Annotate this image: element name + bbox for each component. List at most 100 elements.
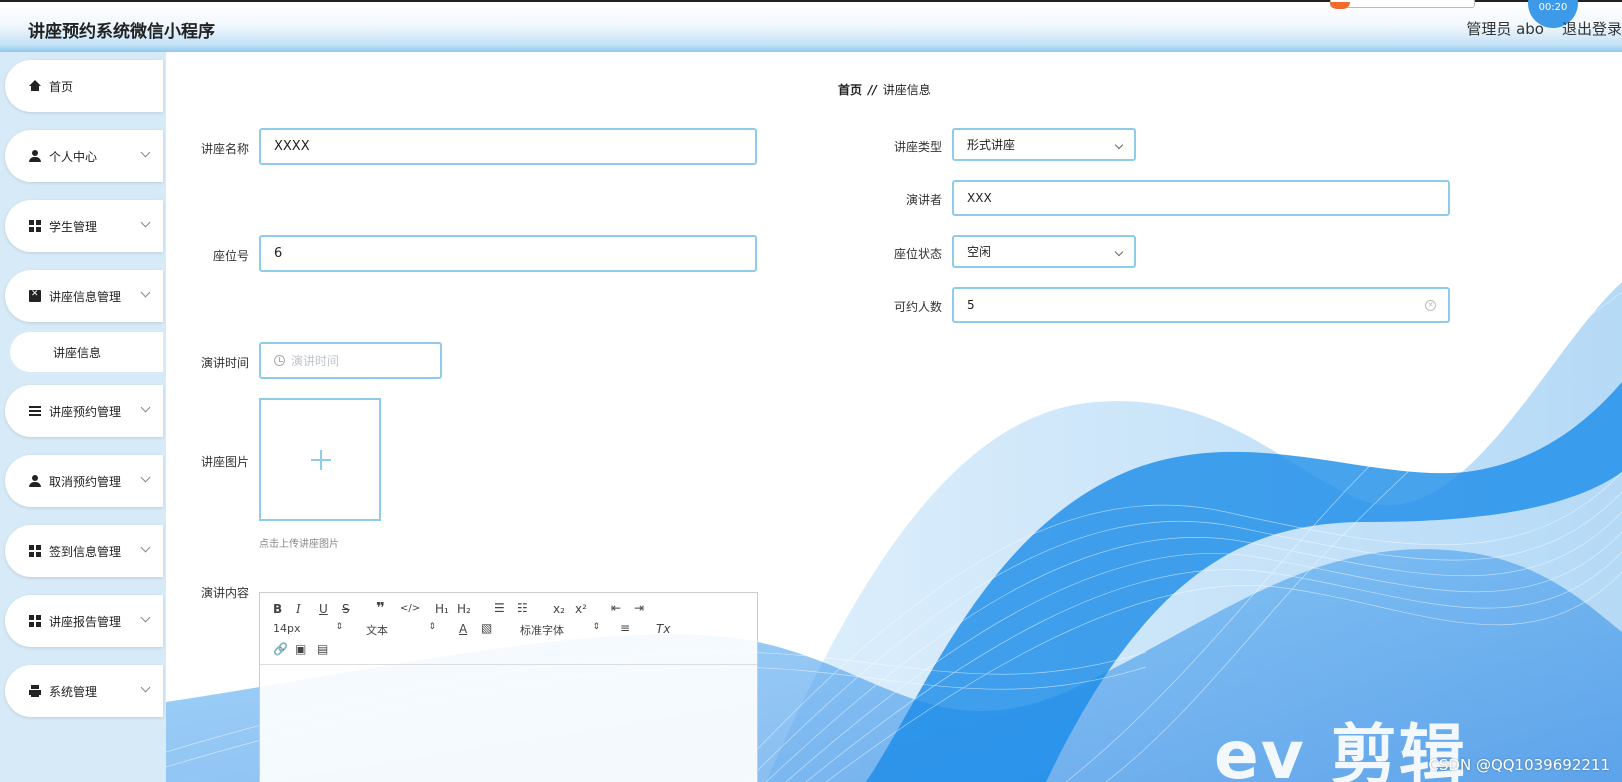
app-header: 讲座预约系统微信小程序 00:20 管理员 abo 退出登录 xyxy=(0,0,1622,52)
printer-icon xyxy=(29,685,41,697)
font-size-select[interactable]: 14px ⇕ xyxy=(273,622,343,636)
seat-status-label: 座位状态 xyxy=(893,247,942,261)
chevron-down-icon xyxy=(1114,140,1124,150)
grid-icon xyxy=(29,545,41,557)
video-insert-icon[interactable]: ▤ xyxy=(317,642,328,656)
user-icon xyxy=(29,475,41,487)
code-block-icon[interactable]: </> xyxy=(400,602,420,616)
breadcrumb: 首页 // 讲座信息 xyxy=(838,81,931,98)
chevron-down-icon xyxy=(140,217,151,228)
seat-no-value: 6 xyxy=(274,246,283,261)
header-user-area: 管理员 abo 退出登录 xyxy=(1448,18,1622,39)
breadcrumb-current: 讲座信息 xyxy=(882,83,931,97)
select-arrows-icon: ⇕ xyxy=(335,622,343,632)
chevron-down-icon xyxy=(140,147,151,158)
block-type-select[interactable]: 文本 ⇕ xyxy=(366,622,436,637)
sidebar-item-label: 个人中心 xyxy=(49,149,98,164)
speaker-input[interactable]: XXX xyxy=(952,180,1450,216)
background-color-icon[interactable]: ▧ xyxy=(481,621,492,635)
sidebar-item-system-management[interactable]: 系统管理 xyxy=(5,665,163,717)
sidebar-subitem-lecture-info[interactable]: 讲座信息 xyxy=(10,332,163,372)
indent-icon[interactable]: ⇥ xyxy=(634,601,644,615)
select-arrows-icon: ⇕ xyxy=(592,622,600,632)
clear-icon[interactable]: ✕ xyxy=(1425,300,1436,311)
link-icon[interactable]: 🔗 xyxy=(273,642,288,656)
bold-icon[interactable]: B xyxy=(273,602,282,616)
lecture-image-label: 讲座图片 xyxy=(200,455,249,469)
bullet-list-icon[interactable]: ☷ xyxy=(517,601,528,615)
lecture-type-label: 讲座类型 xyxy=(893,140,942,154)
sidebar-item-home[interactable]: 首页 xyxy=(5,60,163,112)
outdent-icon[interactable]: ⇤ xyxy=(611,601,621,615)
sidebar-item-booking-management[interactable]: 讲座预约管理 xyxy=(5,385,163,437)
upload-hint: 点击上传讲座图片 xyxy=(259,539,339,550)
home-icon xyxy=(29,80,41,92)
strikethrough-icon[interactable]: S xyxy=(342,602,350,616)
font-color-icon[interactable]: A xyxy=(459,622,467,636)
seat-no-input[interactable]: 6 xyxy=(259,235,757,272)
underline-icon[interactable]: U xyxy=(319,602,328,616)
blockquote-icon[interactable]: ❞ xyxy=(376,601,385,616)
chevron-down-icon xyxy=(140,287,151,298)
editor-toolbar: B I U S ❞ </> H₁ H₂ ☰ ☷ x₂ x² ⇤ ⇥ 14px ⇕… xyxy=(260,593,757,665)
csdn-watermark: CSDN @QQ1039692211 xyxy=(1428,756,1610,774)
lecture-name-label: 讲座名称 xyxy=(200,142,249,156)
heading2-icon[interactable]: H₂ xyxy=(457,602,471,616)
sidebar-item-label: 讲座预约管理 xyxy=(49,404,122,419)
breadcrumb-home-link[interactable]: 首页 xyxy=(838,83,862,97)
chevron-down-icon xyxy=(140,472,151,483)
speaker-value: XXX xyxy=(967,191,992,205)
sidebar-item-label: 签到信息管理 xyxy=(49,544,122,559)
capacity-value: 5 xyxy=(967,298,975,312)
plus-icon xyxy=(311,450,331,470)
sidebar-item-report-management[interactable]: 讲座报告管理 xyxy=(5,595,163,647)
sidebar-item-personal-center[interactable]: 个人中心 xyxy=(5,130,163,182)
sidebar-item-cancel-booking-management[interactable]: 取消预约管理 xyxy=(5,455,163,507)
grid-icon xyxy=(29,220,41,232)
recorder-bar xyxy=(1330,0,1475,8)
align-icon[interactable]: ≡ xyxy=(620,621,630,635)
talk-time-label: 演讲时间 xyxy=(200,356,249,370)
heading1-icon[interactable]: H₁ xyxy=(435,602,449,616)
logout-link[interactable]: 退出登录 xyxy=(1562,20,1622,38)
ordered-list-icon[interactable]: ☰ xyxy=(494,601,505,615)
italic-icon[interactable]: I xyxy=(296,602,301,616)
image-insert-icon[interactable]: ▣ xyxy=(295,642,306,656)
chevron-down-icon xyxy=(1114,247,1124,257)
rich-text-editor[interactable]: B I U S ❞ </> H₁ H₂ ☰ ☷ x₂ x² ⇤ ⇥ 14px ⇕… xyxy=(259,592,758,782)
font-family-select[interactable]: 标准字体 ⇕ xyxy=(520,622,600,637)
select-arrows-icon: ⇕ xyxy=(428,622,436,632)
chevron-down-icon xyxy=(140,682,151,693)
talk-time-picker[interactable]: 演讲时间 xyxy=(259,342,442,379)
sidebar-item-label: 讲座信息管理 xyxy=(49,289,122,304)
lecture-type-value: 形式讲座 xyxy=(967,138,1016,152)
superscript-icon[interactable]: x² xyxy=(575,602,587,616)
talk-time-placeholder: 演讲时间 xyxy=(291,354,340,368)
block-type-value: 文本 xyxy=(366,624,388,637)
lecture-type-select[interactable]: 形式讲座 xyxy=(952,128,1136,161)
subscript-icon[interactable]: x₂ xyxy=(553,602,565,616)
content-label: 演讲内容 xyxy=(200,586,249,600)
sidebar-item-lecture-info-management[interactable]: 讲座信息管理 xyxy=(5,270,163,322)
lecture-name-input[interactable]: XXXX xyxy=(259,128,757,165)
main-content: 首页//讲座信息 讲座名称 XXXX 座位号 6 演讲时间 演讲时间 讲座图片 … xyxy=(166,52,1622,782)
sidebar-item-student-management[interactable]: 学生管理 xyxy=(5,200,163,252)
grid-icon xyxy=(29,615,41,627)
list-icon xyxy=(29,405,41,417)
seat-status-value: 空闲 xyxy=(967,245,992,259)
sidebar-item-checkin-management[interactable]: 签到信息管理 xyxy=(5,525,163,577)
sidebar-item-label: 讲座报告管理 xyxy=(49,614,122,629)
lecture-name-value: XXXX xyxy=(274,139,310,154)
clipboard-icon xyxy=(29,289,41,302)
user-icon xyxy=(29,150,41,162)
clear-format-icon[interactable]: Tx xyxy=(656,622,670,636)
chevron-down-icon xyxy=(140,612,151,623)
capacity-input[interactable]: 5 ✕ xyxy=(952,287,1450,323)
image-upload-box[interactable] xyxy=(259,398,381,521)
seat-no-label: 座位号 xyxy=(212,249,249,263)
capacity-label: 可约人数 xyxy=(893,300,942,314)
speaker-label: 演讲者 xyxy=(905,193,942,207)
sidebar-item-label: 讲座信息 xyxy=(53,345,102,360)
breadcrumb-separator: // xyxy=(868,83,877,97)
seat-status-select[interactable]: 空闲 xyxy=(952,235,1136,268)
